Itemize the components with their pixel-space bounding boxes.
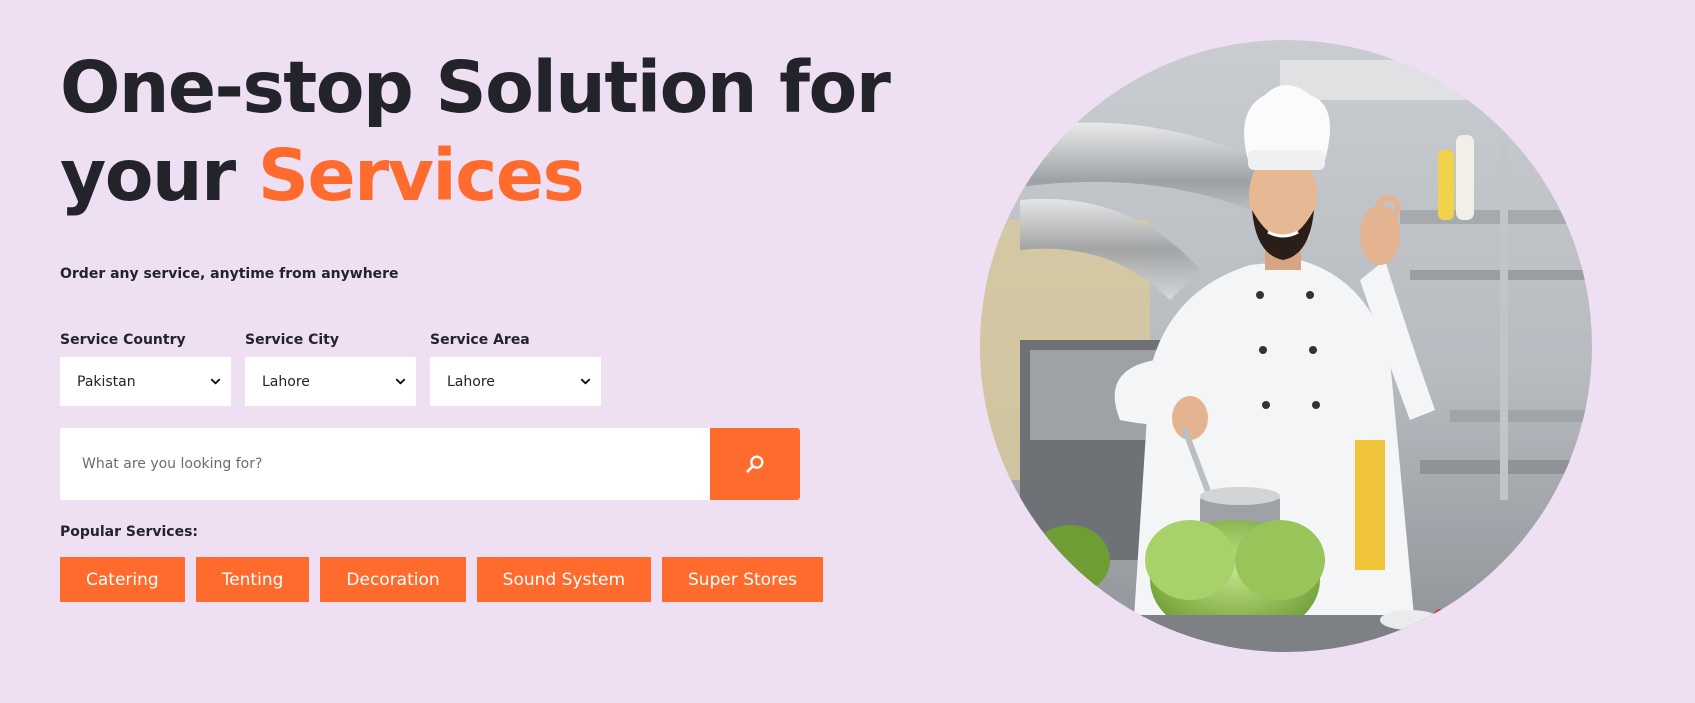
search-input[interactable]: [60, 428, 710, 500]
hero-chef-image: [980, 40, 1592, 652]
area-select-group: Service Area Lahore: [430, 331, 601, 406]
country-select-value: Pakistan: [77, 373, 136, 390]
location-selectors: Service Country Pakistan Service City La…: [60, 331, 601, 406]
tagline: Order any service, anytime from anywhere: [60, 266, 399, 282]
service-chip-catering[interactable]: Catering: [60, 557, 185, 602]
country-select-group: Service Country Pakistan: [60, 331, 231, 406]
headline-line-2-prefix: your: [60, 134, 236, 217]
area-select[interactable]: Lahore: [430, 357, 601, 406]
search-button[interactable]: [710, 428, 800, 500]
chevron-down-icon: [210, 378, 221, 385]
service-chip-sound-system[interactable]: Sound System: [476, 557, 652, 602]
city-select-value: Lahore: [262, 373, 310, 390]
service-chip-super-stores[interactable]: Super Stores: [662, 557, 824, 602]
area-select-value: Lahore: [447, 373, 495, 390]
search-icon: [746, 455, 764, 473]
service-chip-tenting[interactable]: Tenting: [195, 557, 310, 602]
popular-services-list: Catering Tenting Decoration Sound System…: [60, 557, 824, 602]
chevron-down-icon: [395, 378, 406, 385]
headline-accent: Services: [257, 134, 585, 217]
city-select[interactable]: Lahore: [245, 357, 416, 406]
headline-line-1: One-stop Solution for: [60, 46, 891, 129]
city-select-group: Service City Lahore: [245, 331, 416, 406]
country-select-label: Service Country: [60, 332, 186, 348]
chef-illustration: [980, 40, 1592, 652]
chevron-down-icon: [580, 378, 591, 385]
service-chip-decoration[interactable]: Decoration: [320, 557, 466, 602]
page-title: One-stop Solution for your Services: [60, 44, 891, 220]
city-select-label: Service City: [245, 332, 339, 348]
area-select-label: Service Area: [430, 332, 530, 348]
country-select[interactable]: Pakistan: [60, 357, 231, 406]
search-bar: [60, 428, 800, 500]
popular-services-label: Popular Services:: [60, 524, 199, 540]
hero-section: One-stop Solution for your Services Orde…: [60, 44, 891, 602]
